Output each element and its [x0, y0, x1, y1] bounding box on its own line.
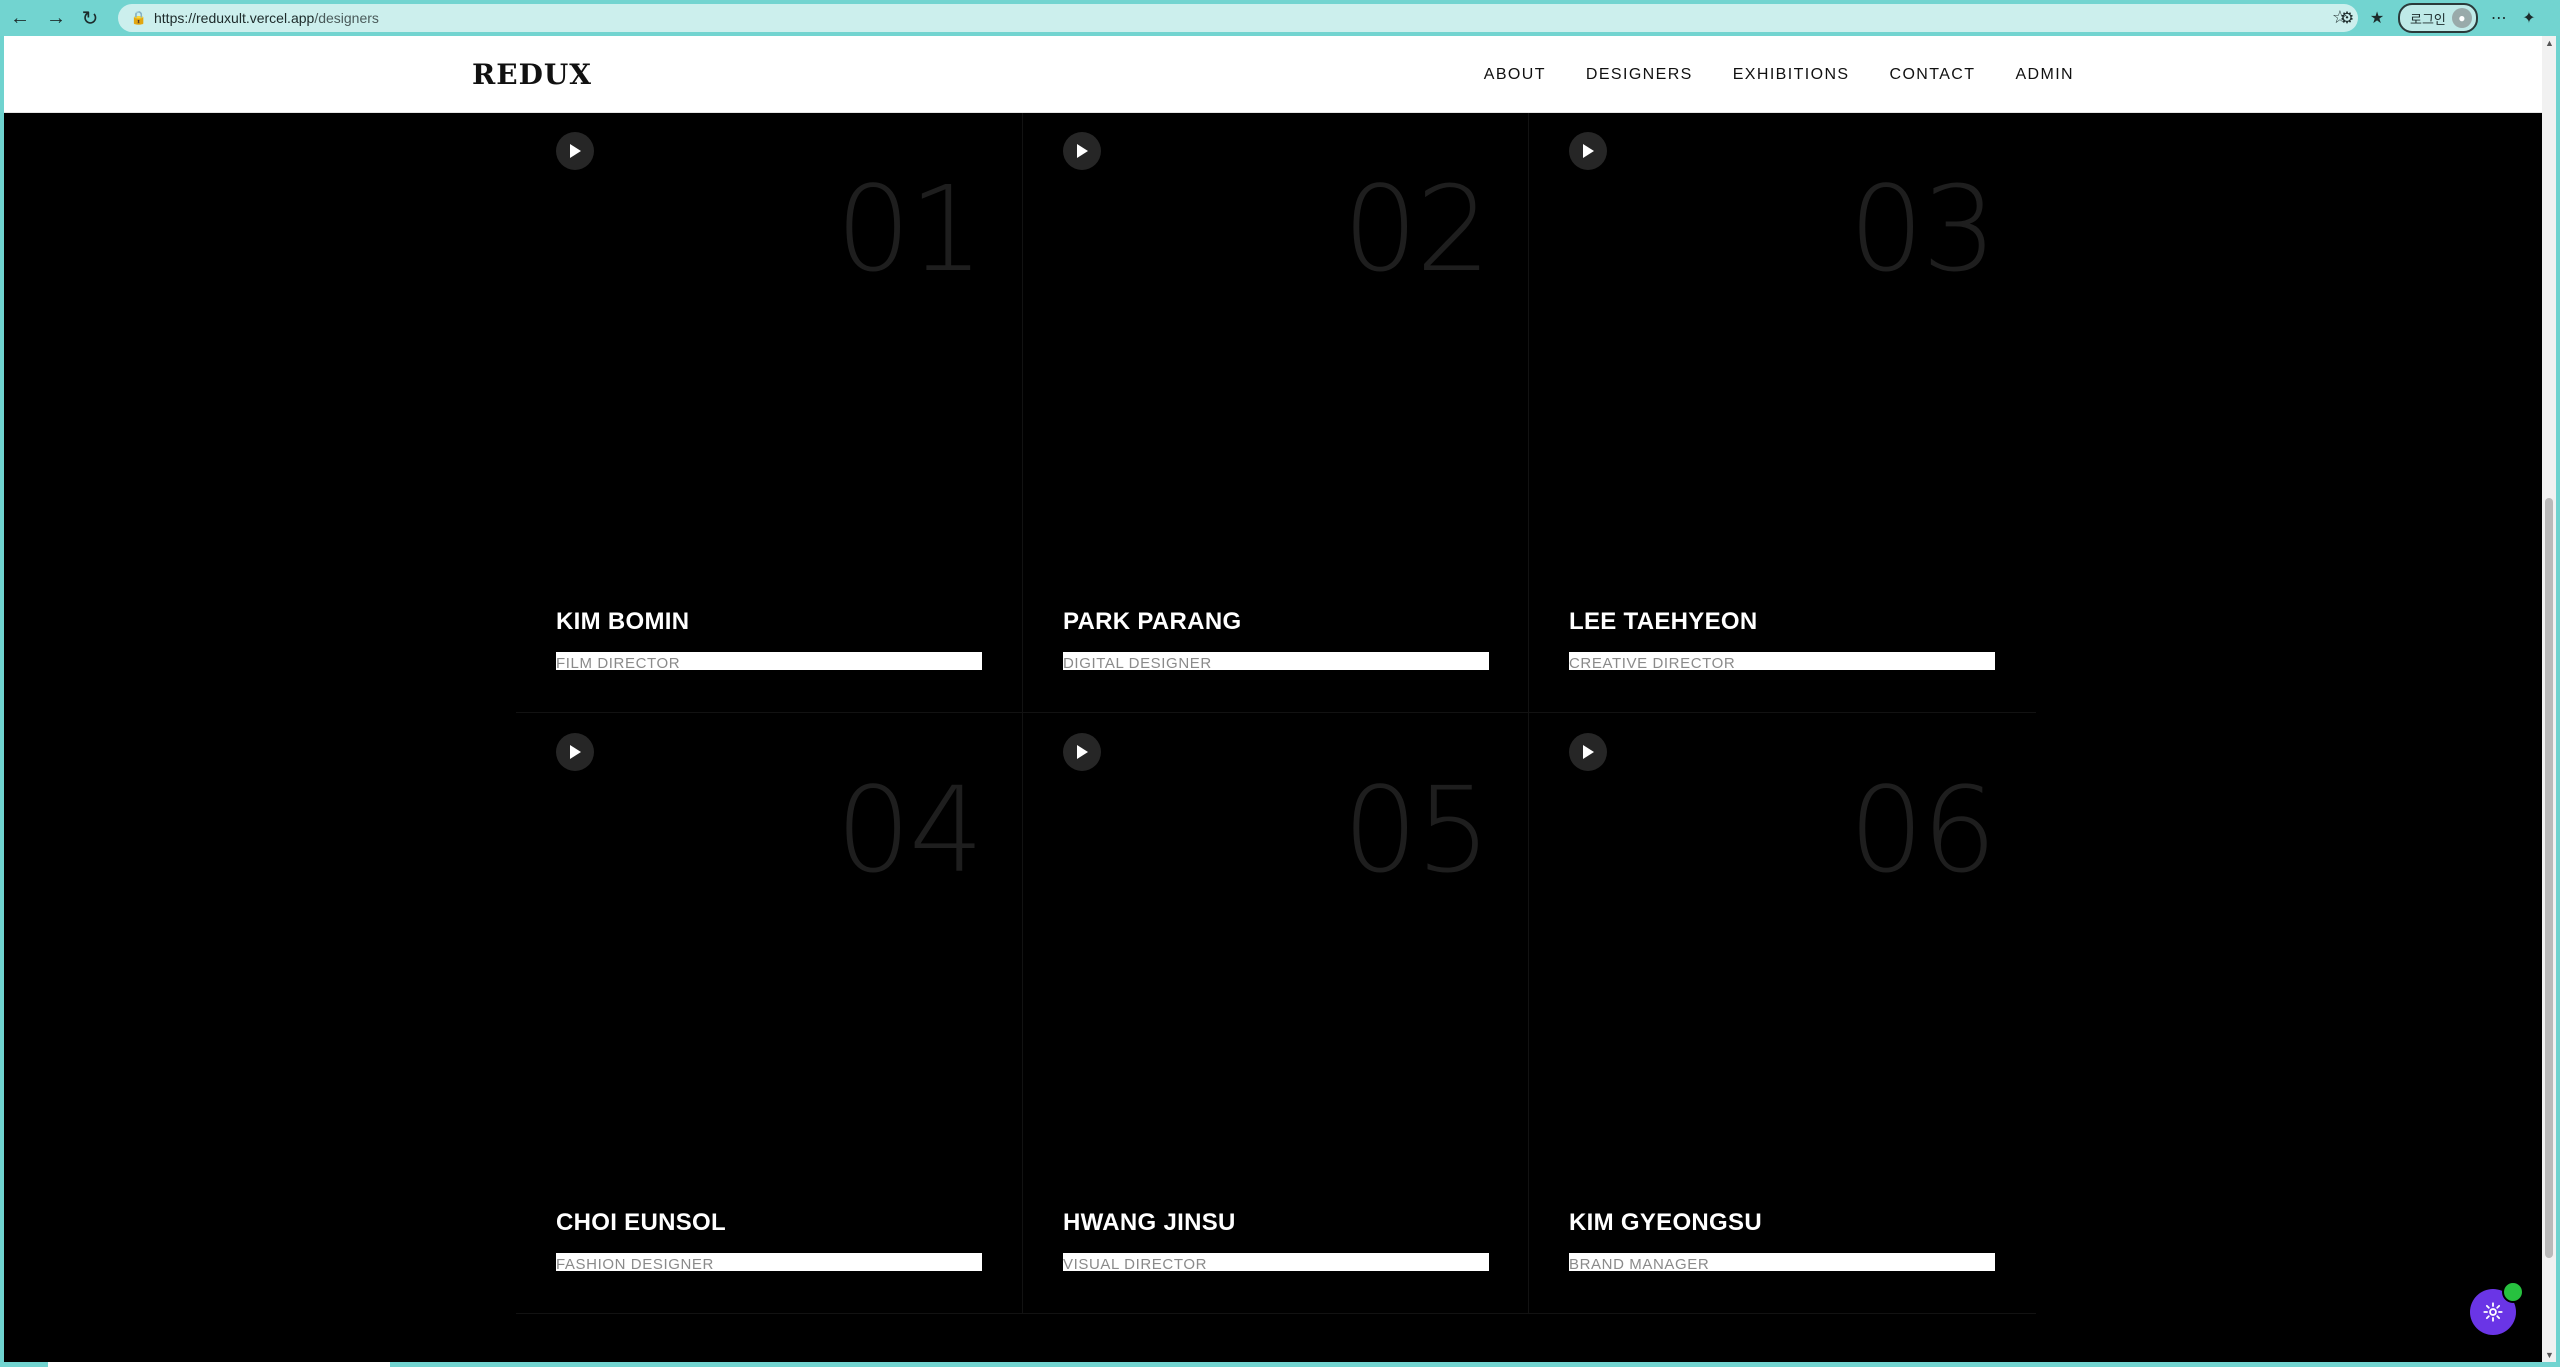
scroll-down-icon[interactable]: ▼	[2545, 1350, 2554, 1360]
designer-card[interactable]: 05 HWANG JINSU VISUAL DIRECTOR	[1022, 713, 1529, 1313]
grid-row: 04 CHOI EUNSOL FASHION DESIGNER 05 HWANG…	[516, 713, 2036, 1314]
profile-login-button[interactable]: 로그인 ●	[2398, 3, 2478, 33]
play-button[interactable]	[556, 132, 594, 170]
designer-role-bar: CREATIVE DIRECTOR	[1569, 652, 1995, 670]
designer-name[interactable]: CHOI EUNSOL	[556, 1209, 726, 1237]
designer-name[interactable]: PARK PARANG	[1063, 608, 1241, 636]
play-icon	[570, 144, 581, 158]
play-icon	[1583, 144, 1594, 158]
designer-role: FASHION DESIGNER	[556, 1256, 714, 1271]
play-icon	[1077, 144, 1088, 158]
designer-role: BRAND MANAGER	[1569, 1256, 1710, 1271]
designer-role-bar: BRAND MANAGER	[1569, 1253, 1995, 1271]
designer-card[interactable]: 04 CHOI EUNSOL FASHION DESIGNER	[516, 713, 1022, 1313]
more-menu-icon[interactable]: ⋯	[2484, 8, 2514, 28]
play-button[interactable]	[1063, 733, 1101, 771]
extension-icon[interactable]: ⚙	[2332, 8, 2362, 28]
designer-role: FILM DIRECTOR	[556, 655, 681, 670]
designer-name[interactable]: LEE TAEHYEON	[1569, 608, 1758, 636]
url-text: https://reduxult.vercel.app/designers	[154, 10, 379, 26]
notification-badge	[2502, 1281, 2524, 1303]
copilot-icon[interactable]: ✦	[2514, 8, 2544, 28]
page-viewport: 01 KIM BOMIN FILM DIRECTOR 02 PARK PARAN…	[4, 36, 2542, 1362]
main-nav: ABOUT DESIGNERS EXHIBITIONS CONTACT ADMI…	[1444, 66, 2074, 84]
designer-name[interactable]: HWANG JINSU	[1063, 1209, 1236, 1237]
designer-role-bar: DIGITAL DESIGNER	[1063, 652, 1489, 670]
designer-card[interactable]: 01 KIM BOMIN FILM DIRECTOR	[516, 112, 1022, 712]
play-button[interactable]	[1063, 132, 1101, 170]
designer-number: 06	[1848, 761, 1997, 899]
scrollbar-thumb[interactable]	[2545, 498, 2553, 1258]
taskbar-indicator	[48, 1362, 390, 1367]
play-icon	[1077, 745, 1088, 759]
designer-number: 03	[1848, 160, 1997, 298]
designer-role-bar: FILM DIRECTOR	[556, 652, 982, 670]
play-button[interactable]	[556, 733, 594, 771]
gear-icon	[2483, 1302, 2503, 1322]
address-bar[interactable]: 🔒 https://reduxult.vercel.app/designers …	[118, 4, 2358, 32]
play-button[interactable]	[1569, 733, 1607, 771]
designer-card[interactable]: 02 PARK PARANG DIGITAL DESIGNER	[1022, 112, 1529, 712]
designer-number: 02	[1342, 160, 1491, 298]
nav-about[interactable]: ABOUT	[1484, 66, 1546, 84]
designer-role: CREATIVE DIRECTOR	[1569, 655, 1736, 670]
grid-row: 01 KIM BOMIN FILM DIRECTOR 02 PARK PARAN…	[516, 112, 2036, 713]
designer-role-bar: FASHION DESIGNER	[556, 1253, 982, 1271]
designer-name[interactable]: KIM GYEONGSU	[1569, 1209, 1762, 1237]
designer-number: 04	[835, 761, 984, 899]
designer-role-bar: VISUAL DIRECTOR	[1063, 1253, 1489, 1271]
nav-exhibitions[interactable]: EXHIBITIONS	[1733, 66, 1850, 84]
forward-icon[interactable]: →	[42, 4, 70, 32]
site-header: REDUX ABOUT DESIGNERS EXHIBITIONS CONTAC…	[4, 36, 2542, 113]
designer-name[interactable]: KIM BOMIN	[556, 608, 689, 636]
back-icon[interactable]: ←	[6, 4, 34, 32]
reload-icon[interactable]: ↻	[76, 4, 104, 32]
play-icon	[1583, 745, 1594, 759]
play-icon	[570, 745, 581, 759]
avatar: ●	[2451, 8, 2472, 28]
scroll-up-icon[interactable]: ▲	[2545, 38, 2554, 48]
site-info-icon[interactable]: 🔒	[124, 10, 154, 26]
browser-toolbar: ← → ↻ 🔒 https://reduxult.vercel.app/desi…	[0, 0, 2560, 36]
designers-grid: 01 KIM BOMIN FILM DIRECTOR 02 PARK PARAN…	[516, 112, 2036, 1314]
designer-card[interactable]: 03 LEE TAEHYEON CREATIVE DIRECTOR	[1528, 112, 2035, 712]
nav-admin[interactable]: ADMIN	[2015, 66, 2074, 84]
designer-card[interactable]: 06 KIM GYEONGSU BRAND MANAGER	[1528, 713, 2035, 1313]
page-scrollbar[interactable]: ▲ ▼	[2542, 36, 2556, 1362]
login-label: 로그인	[2410, 11, 2446, 27]
site-logo[interactable]: REDUX	[472, 58, 592, 91]
designer-role: VISUAL DIRECTOR	[1063, 1256, 1208, 1271]
play-button[interactable]	[1569, 132, 1607, 170]
nav-designers[interactable]: DESIGNERS	[1586, 66, 1693, 84]
designer-number: 05	[1342, 761, 1491, 899]
favorites-icon[interactable]: ★	[2362, 8, 2392, 28]
designer-number: 01	[835, 160, 984, 298]
nav-contact[interactable]: CONTACT	[1889, 66, 1975, 84]
designer-role: DIGITAL DESIGNER	[1063, 655, 1212, 670]
